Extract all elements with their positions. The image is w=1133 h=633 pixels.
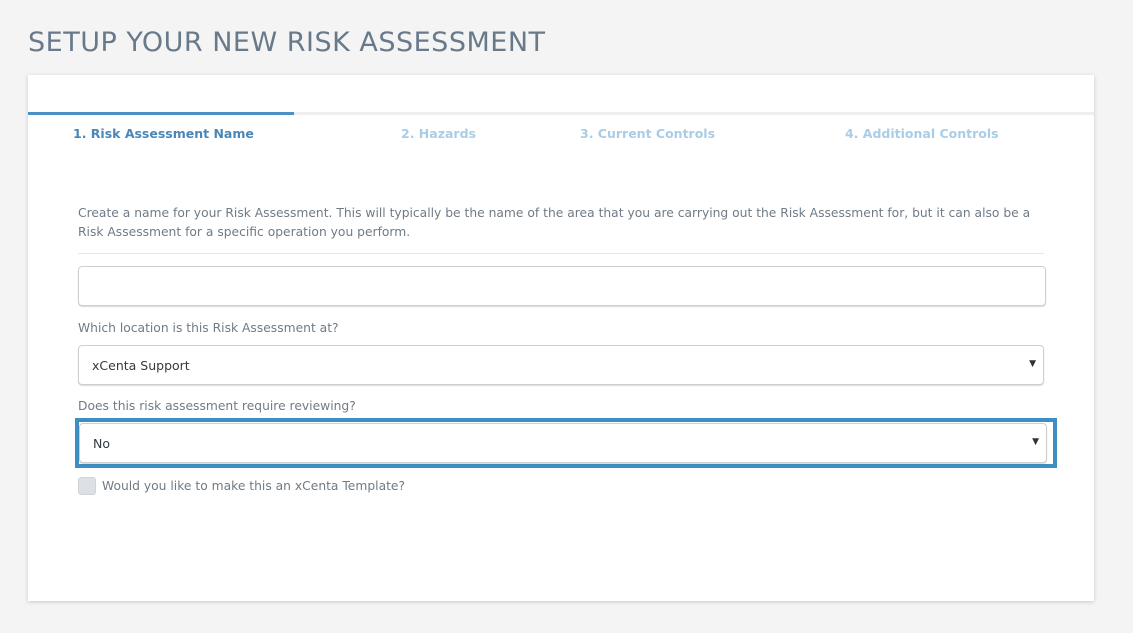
review-select-highlight: No ▼ (75, 418, 1057, 468)
caret-down-icon: ▼ (1029, 359, 1036, 369)
caret-down-icon: ▼ (1032, 437, 1039, 447)
review-selected-value: No (93, 436, 110, 451)
setup-card: 1. Risk Assessment Name 2. Hazards 3. Cu… (28, 75, 1094, 601)
intro-text: Create a name for your Risk Assessment. … (78, 206, 1031, 239)
step-tabs: 1. Risk Assessment Name 2. Hazards 3. Cu… (28, 112, 1094, 155)
location-select[interactable]: xCenta Support ▼ (78, 345, 1044, 385)
tab-additional-controls[interactable]: 4. Additional Controls (845, 126, 999, 141)
template-checkbox[interactable] (78, 477, 96, 495)
template-checkbox-label[interactable]: Would you like to make this an xCenta Te… (102, 479, 405, 493)
page-title: SETUP YOUR NEW RISK ASSESSMENT (28, 27, 546, 58)
tab-risk-assessment-name[interactable]: 1. Risk Assessment Name (73, 126, 254, 141)
location-selected-value: xCenta Support (92, 358, 190, 373)
tab-current-controls[interactable]: 3. Current Controls (580, 126, 715, 141)
tab-hazards[interactable]: 2. Hazards (401, 126, 476, 141)
active-step-indicator (28, 112, 294, 115)
divider (78, 253, 1044, 254)
risk-assessment-name-input[interactable] (78, 266, 1046, 306)
location-label: Which location is this Risk Assessment a… (78, 321, 339, 335)
review-select[interactable]: No ▼ (79, 423, 1047, 463)
review-label: Does this risk assessment require review… (78, 399, 356, 413)
